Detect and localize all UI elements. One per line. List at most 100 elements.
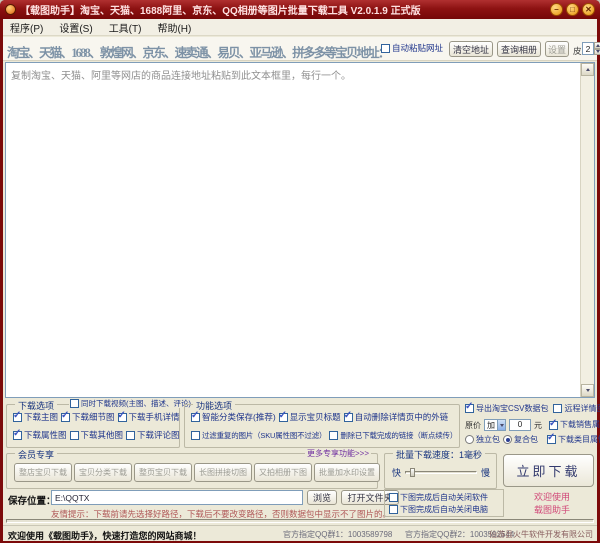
checkbox-show-title[interactable]: 显示宝贝标题	[279, 413, 341, 422]
speed-slider[interactable]	[405, 471, 477, 474]
menu-program[interactable]: 程序(P)	[10, 20, 43, 35]
progress-bar	[6, 519, 594, 523]
settings-button[interactable]: 设置	[545, 41, 569, 57]
checkbox-smart-save[interactable]: 智能分类保存(推荐)	[191, 413, 276, 422]
app-icon	[5, 4, 16, 15]
status-qq-group1: 官方指定QQ群1：1003589798	[283, 529, 392, 540]
checkbox-box	[549, 421, 558, 430]
status-welcome: 欢迎使用《载图助手》，快速打造您的网站商城！	[8, 529, 202, 542]
checkbox-download-attr[interactable]: 下载属性图	[13, 431, 67, 440]
auto-paste-label: 自动粘贴网址	[392, 44, 443, 53]
maximize-button[interactable]: □	[566, 3, 579, 16]
long-image-slice-button[interactable]: 长图拼接切图	[194, 463, 252, 482]
checkbox-download-video[interactable]: 同时下载视频(主图、描述、评论)	[69, 399, 192, 408]
checkbox-box	[553, 404, 562, 413]
download-now-button[interactable]: 立即下载	[503, 454, 594, 487]
save-location-label: 保存位置：	[8, 493, 56, 507]
checkbox-box	[465, 404, 474, 413]
app-window: 【载图助手】淘宝、天猫、1688阿里、京东、QQ相册等图片批量下载工具 V2.0…	[0, 0, 600, 543]
checkbox-box	[547, 435, 556, 444]
scrollbar-track[interactable]	[580, 63, 594, 397]
spinner-down-icon[interactable]	[594, 49, 600, 56]
checkbox-box	[118, 413, 127, 422]
checkbox-box	[191, 413, 200, 422]
query-album-button[interactable]: 查询相册	[497, 41, 541, 57]
combo-arrow-icon[interactable]	[497, 420, 505, 430]
radio-composite-package[interactable]: 复合包	[503, 435, 538, 444]
checkbox-download-mobile[interactable]: 下载手机详情	[118, 413, 180, 422]
speed-legend: 批量下载速度：1毫秒	[393, 448, 485, 461]
member-zone-legend: 会员专享	[15, 448, 57, 461]
skin-value[interactable]: 2	[582, 42, 594, 55]
url-textarea[interactable]	[6, 63, 580, 397]
window-title: 【载图助手】淘宝、天猫、1688阿里、京东、QQ相册等图片批量下载工具 V2.0…	[20, 2, 550, 17]
status-bar: 欢迎使用《载图助手》，快速打造您的网站商城！ 官方指定QQ群1：10035897…	[3, 525, 597, 541]
checkbox-box	[13, 413, 22, 422]
menubar: 程序(P) 设置(S) 工具(T) 帮助(H)	[3, 19, 597, 36]
checkbox-box	[70, 431, 79, 440]
checkbox-sales-attr[interactable]: 下载销售属性	[549, 421, 600, 430]
minimize-button[interactable]: –	[550, 3, 563, 16]
checkbox-filter-duplicates[interactable]: 过滤重复的图片（SKU属性图不过滤）	[191, 431, 326, 440]
member-zone-group: 会员专享 更多专享功能>>> 整店宝贝下载 宝贝分类下载 整页宝贝下载 长图拼接…	[6, 453, 378, 489]
checkbox-remote-detail[interactable]: 远程详情图	[553, 404, 600, 413]
save-path-input[interactable]	[51, 490, 303, 505]
price-input[interactable]: 0	[509, 419, 531, 431]
checkbox-box	[381, 44, 390, 53]
speed-slow-label: 慢	[481, 466, 490, 479]
clear-address-button[interactable]: 清空地址	[449, 41, 493, 57]
page-download-button[interactable]: 整页宝贝下载	[134, 463, 192, 482]
checkbox-box	[389, 505, 398, 514]
radio-dot	[503, 435, 512, 444]
shop-download-button[interactable]: 整店宝贝下载	[14, 463, 72, 482]
watermark-settings-button[interactable]: 批量加水印设置	[314, 463, 380, 482]
slider-thumb[interactable]	[410, 468, 415, 477]
radio-independent-package[interactable]: 独立包	[465, 435, 500, 444]
status-company: 仙游县火牛软件开发有限公司	[489, 529, 593, 540]
header-bar: 淘宝、天猫、1688、敦煌网、京东、速卖通、易贝、亚马逊、拼多多等宝贝地址： 自…	[3, 37, 597, 61]
checkbox-delete-finished[interactable]: 删除已下载完成的链接（断点续传）	[329, 431, 457, 440]
close-button[interactable]: ✕	[582, 3, 595, 16]
scroll-up-icon[interactable]	[581, 63, 594, 76]
checkbox-close-pc[interactable]: 下图完成后自动关闭电脑	[389, 505, 488, 514]
speed-group: 批量下载速度：1毫秒 快 慢	[384, 453, 497, 489]
checkbox-box	[191, 431, 200, 440]
checkbox-box	[279, 413, 288, 422]
welcome-text: 欢迎使用 载图助手	[509, 491, 595, 517]
checkbox-box	[13, 431, 22, 440]
price-unit: 元	[534, 420, 542, 431]
checkbox-export-csv[interactable]: 导出淘宝CSV数据包	[465, 404, 548, 413]
checkbox-download-main[interactable]: 下载主图	[13, 413, 58, 422]
window-titlebar: 【载图助手】淘宝、天猫、1688阿里、京东、QQ相册等图片批量下载工具 V2.0…	[0, 0, 600, 19]
price-label: 原价	[465, 420, 481, 431]
category-download-button[interactable]: 宝贝分类下载	[74, 463, 132, 482]
checkbox-remove-links[interactable]: 自动删除详情页中的外链	[344, 413, 449, 422]
header-title: 淘宝、天猫、1688、敦煌网、京东、速卖通、易贝、亚马逊、拼多多等宝贝地址：	[7, 42, 389, 61]
checkbox-category-attr[interactable]: 下载类目属性	[547, 435, 600, 444]
checkbox-box	[70, 399, 79, 408]
scroll-down-icon[interactable]	[581, 384, 594, 397]
menu-tools[interactable]: 工具(T)	[109, 20, 142, 35]
checkbox-box	[389, 493, 398, 502]
checkbox-box	[329, 431, 338, 440]
checkbox-box	[61, 413, 70, 422]
skin-spinner[interactable]	[594, 42, 600, 55]
menu-help[interactable]: 帮助(H)	[157, 20, 191, 35]
speed-fast-label: 快	[392, 466, 401, 479]
upyun-album-button[interactable]: 又拍相册下图	[254, 463, 312, 482]
export-options: 导出淘宝CSV数据包 远程详情图 原价 加 0 元 下载销售属性 独立包 复合包…	[461, 400, 597, 448]
checkbox-download-other[interactable]: 下载其他图	[70, 431, 124, 440]
radio-dot	[465, 435, 474, 444]
browse-button[interactable]: 浏览	[307, 490, 337, 505]
checkbox-download-comment[interactable]: 下载评论图	[126, 431, 180, 440]
more-features-link[interactable]: 更多专享功能>>>	[305, 448, 371, 459]
checkbox-close-app[interactable]: 下图完成后自动关闭软件	[389, 493, 488, 502]
checkbox-box	[344, 413, 353, 422]
price-op-select[interactable]: 加	[484, 419, 506, 431]
auto-paste-checkbox[interactable]: 自动粘贴网址	[381, 44, 443, 53]
checkbox-download-detail[interactable]: 下载细节图	[61, 413, 115, 422]
download-options-group: 下载选项 同时下载视频(主图、描述、评论) 下载主图 下载细节图 下载手机详情 …	[6, 404, 180, 448]
after-download-panel: 下图完成后自动关闭软件 下图完成后自动关闭电脑	[384, 489, 504, 517]
function-options-group: 功能选项 智能分类保存(推荐) 显示宝贝标题 自动删除详情页中的外链 过滤重复的…	[184, 404, 460, 448]
menu-settings[interactable]: 设置(S)	[59, 20, 92, 35]
